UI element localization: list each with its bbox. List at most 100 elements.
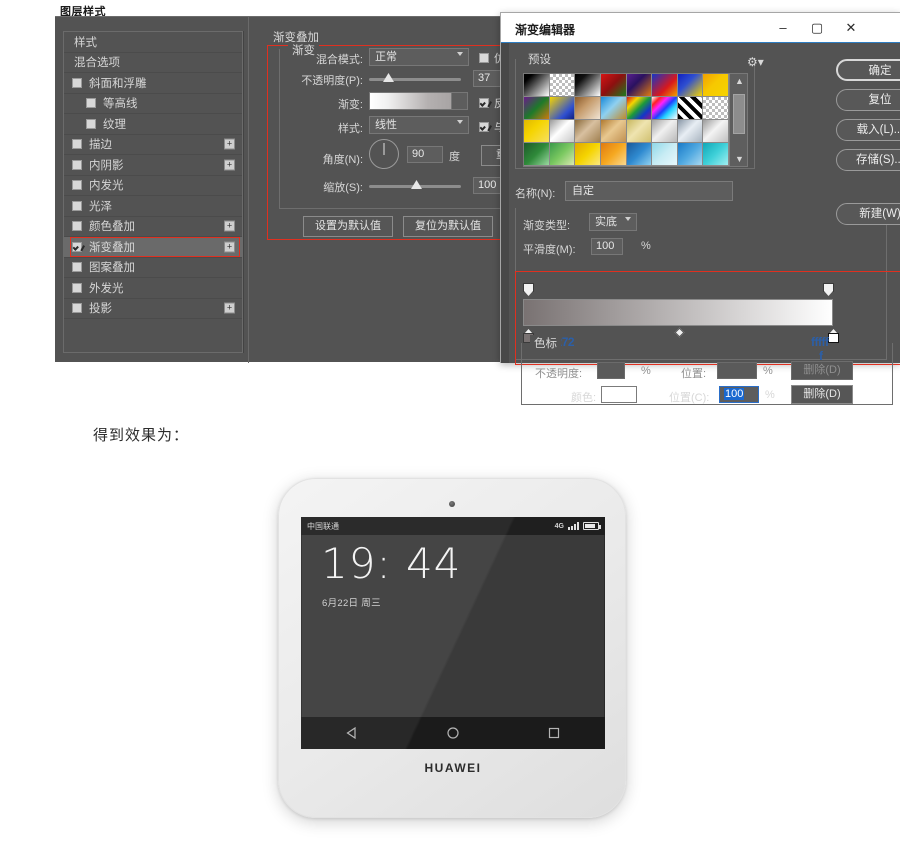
preset-swatch[interactable] <box>652 143 678 166</box>
preset-swatch[interactable] <box>575 120 601 143</box>
preset-swatch[interactable] <box>677 97 704 120</box>
style-item-checkbox[interactable] <box>72 159 82 170</box>
style-list-item[interactable]: 样式 <box>64 32 242 53</box>
smoothness-input[interactable]: 100 <box>591 238 623 255</box>
style-item-checkbox[interactable] <box>72 180 82 191</box>
preset-swatch[interactable] <box>549 120 576 143</box>
preset-swatch[interactable] <box>549 74 576 97</box>
preset-swatch[interactable] <box>703 74 729 97</box>
preset-swatch[interactable] <box>677 120 704 143</box>
opacity-delete-button[interactable]: 删除(D) <box>791 361 853 380</box>
preset-swatch[interactable] <box>524 143 550 166</box>
preset-swatch[interactable] <box>703 97 729 120</box>
gradient-editor-button[interactable]: 确定 <box>836 59 900 81</box>
set-as-default-button[interactable]: 设置为默认值 <box>303 216 393 237</box>
opacity-stop-left[interactable] <box>523 283 534 296</box>
nav-back-triangle-icon[interactable] <box>345 726 359 740</box>
add-effect-icon[interactable]: + <box>224 138 235 150</box>
preset-swatch[interactable] <box>524 74 550 97</box>
gradient-editor-button[interactable]: 载入(L)... <box>836 119 900 141</box>
gradient-name-input[interactable]: 自定 <box>565 181 733 201</box>
preset-swatch[interactable] <box>600 97 627 120</box>
preset-swatch[interactable] <box>524 97 550 120</box>
presets-swatch-area[interactable]: ▲ ▼ <box>523 73 748 167</box>
gradient-editor-button[interactable]: 复位 <box>836 89 900 111</box>
add-effect-icon[interactable]: + <box>224 241 235 253</box>
preset-swatch[interactable] <box>575 74 601 97</box>
style-list-item[interactable]: 斜面和浮雕 <box>64 73 242 94</box>
gradient-bar[interactable] <box>523 299 833 326</box>
maximize-icon[interactable]: ▢ <box>801 13 833 42</box>
style-item-checkbox[interactable] <box>86 118 96 129</box>
presets-scrollbar[interactable]: ▲ ▼ <box>729 74 747 166</box>
gear-icon[interactable]: ⚙▾ <box>747 55 764 69</box>
preset-swatch[interactable] <box>677 143 704 166</box>
preset-swatch[interactable] <box>703 120 729 143</box>
stop-opacity-input[interactable] <box>597 362 625 379</box>
angle-input[interactable]: 90 <box>407 146 443 163</box>
gradient-editor-titlebar[interactable]: 渐变编辑器 – ▢ ✕ <box>501 13 900 43</box>
style-item-checkbox[interactable] <box>72 303 82 314</box>
preset-swatch[interactable] <box>652 74 678 97</box>
preset-swatch[interactable] <box>626 97 653 120</box>
reset-to-default-button[interactable]: 复位为默认值 <box>403 216 493 237</box>
add-effect-icon[interactable]: + <box>224 159 235 171</box>
add-effect-icon[interactable]: + <box>224 302 235 314</box>
angle-dial[interactable] <box>369 139 399 169</box>
minimize-icon[interactable]: – <box>767 13 799 42</box>
gradient-dropdown[interactable] <box>452 92 468 110</box>
opacity-stop-right[interactable] <box>823 283 834 296</box>
opacity-slider[interactable] <box>369 78 461 81</box>
preset-swatch[interactable] <box>626 74 653 97</box>
chevron-up-icon[interactable]: ▲ <box>735 76 744 86</box>
nav-home-circle-icon[interactable] <box>446 726 460 740</box>
preset-swatch[interactable] <box>652 97 678 120</box>
blend-mode-select[interactable]: 正常 <box>369 48 469 66</box>
style-list-item[interactable]: 颜色叠加 + <box>64 217 242 237</box>
preset-swatch[interactable] <box>549 97 576 120</box>
style-list-item[interactable]: 描边 + <box>64 135 242 155</box>
style-select[interactable]: 线性 <box>369 116 469 134</box>
color-delete-button[interactable]: 删除(D) <box>791 385 853 404</box>
preset-swatch[interactable] <box>600 120 627 143</box>
nav-recent-square-icon[interactable] <box>547 726 561 740</box>
preset-swatch[interactable] <box>677 74 704 97</box>
style-item-checkbox[interactable] <box>72 77 82 88</box>
preset-swatch[interactable] <box>524 120 550 143</box>
color-stop-right[interactable] <box>828 329 839 343</box>
preset-swatch[interactable] <box>600 74 627 97</box>
preset-swatch[interactable] <box>575 143 601 166</box>
style-list-item[interactable]: 投影 + <box>64 299 242 319</box>
preset-swatch-grid[interactable] <box>524 74 729 166</box>
preset-swatch[interactable] <box>652 120 678 143</box>
close-icon[interactable]: ✕ <box>835 13 867 42</box>
style-list-item[interactable]: 内发光 <box>64 176 242 196</box>
style-item-checkbox[interactable] <box>72 241 82 252</box>
gradient-editor-button[interactable]: 存储(S)... <box>836 149 900 171</box>
style-list-item[interactable]: 渐变叠加 + <box>64 237 242 258</box>
style-item-checkbox[interactable] <box>72 282 82 293</box>
style-item-checkbox[interactable] <box>72 200 82 211</box>
style-list-item[interactable]: 光泽 <box>64 196 242 217</box>
style-item-checkbox[interactable] <box>72 139 82 150</box>
gradient-preview[interactable] <box>369 92 452 110</box>
add-effect-icon[interactable]: + <box>224 220 235 232</box>
scrollbar-thumb[interactable] <box>733 94 745 134</box>
preset-swatch[interactable] <box>703 143 729 166</box>
style-item-checkbox[interactable] <box>86 98 96 109</box>
stop-color-swatch[interactable] <box>601 386 637 403</box>
style-list-item[interactable]: 内阴影 + <box>64 155 242 176</box>
stop-color-position-input[interactable]: 100 <box>719 386 759 403</box>
gradient-editor-button[interactable]: 新建(W) <box>836 203 900 225</box>
preset-swatch[interactable] <box>600 143 627 166</box>
preset-swatch[interactable] <box>549 143 576 166</box>
style-list-item[interactable]: 混合选项 <box>64 53 242 73</box>
style-item-checkbox[interactable] <box>72 262 82 273</box>
style-list-item[interactable]: 图案叠加 <box>64 258 242 278</box>
chevron-down-icon[interactable]: ▼ <box>735 154 744 164</box>
preset-swatch[interactable] <box>575 97 601 120</box>
preset-swatch[interactable] <box>626 120 653 143</box>
stop-opacity-position-input[interactable] <box>717 362 757 379</box>
style-item-checkbox[interactable] <box>72 221 82 232</box>
style-list-item[interactable]: 等高线 <box>64 94 242 114</box>
